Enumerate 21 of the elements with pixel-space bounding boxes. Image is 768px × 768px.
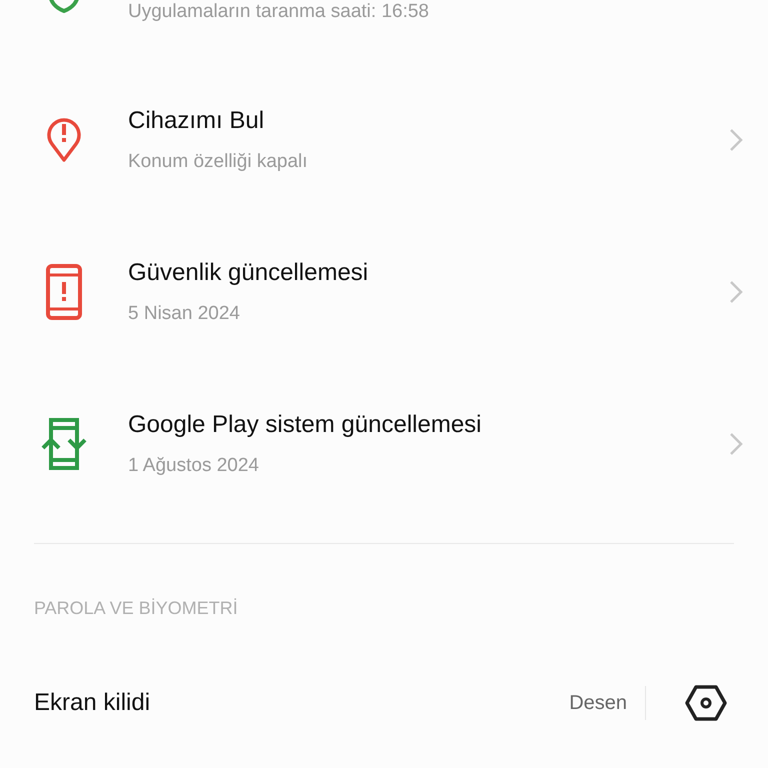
item-subtitle: Konum özelliği kapalı [128,151,309,173]
setting-label: Ekran kilidi [34,689,152,717]
warning-pin-icon [46,116,82,164]
item-subtitle: 1 Ağustos 2024 [128,455,260,477]
item-title: Güvenlik güncellemesi [128,259,370,287]
item-title: Cihazımı Bul [128,107,266,135]
chevron-right-icon [729,128,743,152]
hexagon-icon[interactable] [684,684,728,722]
section-header: PAROLA VE BİYOMETRİ [34,598,238,619]
sync-icon [39,416,89,472]
chevron-right-icon [729,280,743,304]
screen-lock-row[interactable]: Ekran kilidi Desen [34,673,728,733]
setting-value: Desen [569,692,627,714]
item-subtitle: 5 Nisan 2024 [128,303,241,325]
security-item[interactable]: Güvenlik güncellemesi 5 Nisan 2024 [0,216,768,368]
item-title: Google Play sistem güncellemesi [128,411,482,439]
item-subtitle: Uygulamaların taranma saati: 16:58 [128,1,430,23]
security-item[interactable]: Cihazımı Bul Konum özelliği kapalı [0,64,768,216]
chevron-right-icon [729,432,743,456]
phone-warning-icon [46,264,82,320]
security-item[interactable]: Google Play sistem güncellemesi 1 Ağustos 2024 [0,368,768,520]
